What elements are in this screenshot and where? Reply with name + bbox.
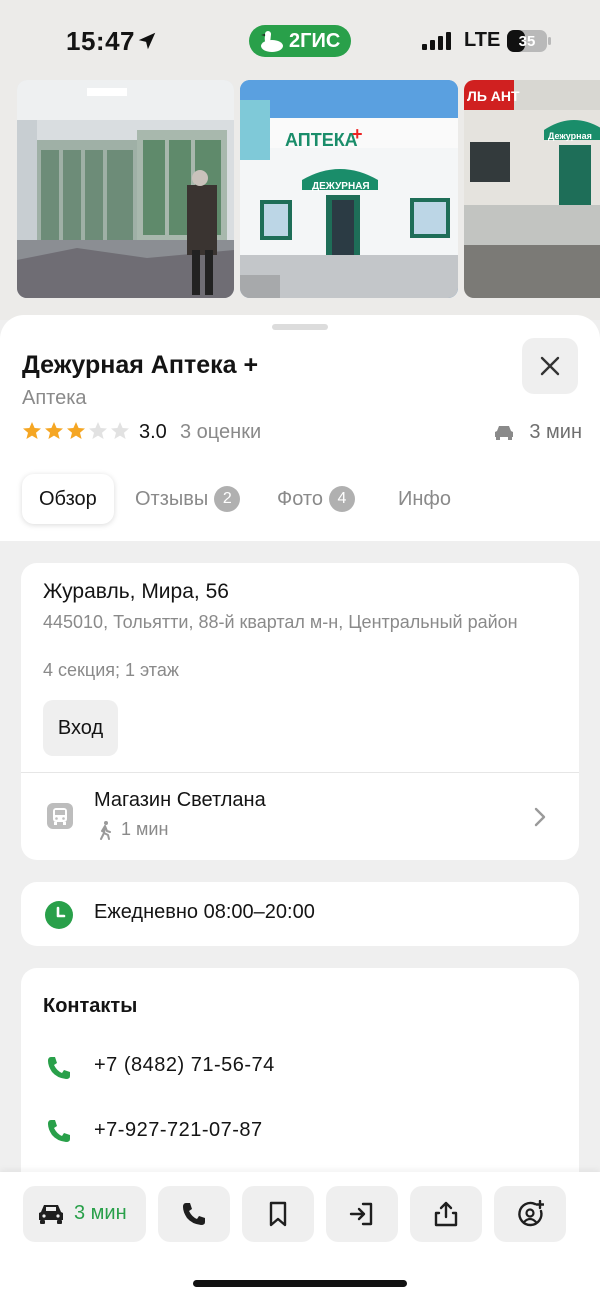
photo-sign-3: Дежурная	[548, 131, 592, 141]
phone-icon	[183, 1203, 205, 1225]
bookmark-button[interactable]	[242, 1186, 314, 1242]
entrance-button[interactable]: Вход	[43, 700, 118, 756]
rating-count: 3 оценки	[180, 421, 262, 443]
svg-text:+: +	[352, 124, 363, 144]
tab-label: Фото	[277, 488, 323, 510]
tab-label: Отзывы	[135, 488, 209, 510]
route-time: 3 мин	[74, 1202, 127, 1224]
bottom-toolbar: 3 мин	[0, 1172, 600, 1300]
location-arrow-icon	[138, 32, 156, 50]
phone-number[interactable]: +7 (8482) 71-56-74	[94, 1054, 275, 1077]
tab-badge: 4	[328, 486, 355, 512]
share-icon	[434, 1201, 458, 1227]
call-button[interactable]	[158, 1186, 230, 1242]
photo-sign-4: ЛЬ АНТ	[467, 88, 520, 104]
photo-sign-apteka: АПТЕКА	[285, 130, 358, 150]
address-card: Журавль, Мира, 56 445010, Тольятти, 88-й…	[21, 563, 579, 860]
contacts-title: Контакты	[43, 995, 138, 1017]
car-icon	[495, 426, 513, 440]
share-button[interactable]	[410, 1186, 482, 1242]
car-icon	[39, 1205, 63, 1224]
status-time: 15:47	[66, 26, 135, 56]
battery-icon: 35	[507, 30, 551, 52]
transit-stop-name[interactable]: Магазин Светлана	[94, 789, 266, 812]
tab-label: Обзор	[39, 488, 97, 510]
rating-value: 3.0	[139, 421, 167, 443]
place-category: Аптека	[22, 387, 87, 409]
phone-icon	[48, 1057, 70, 1079]
divider	[21, 772, 579, 773]
phone-icon	[48, 1120, 70, 1142]
sheet-grabber[interactable]	[272, 324, 328, 330]
tab-photos[interactable]: Фото 4	[277, 474, 355, 524]
place-sheet: Дежурная Аптека + Аптека 3.0 3 оценки 3 …	[0, 315, 600, 541]
status-bar: 15:47 2ГИС LTE 35	[0, 0, 600, 80]
signal-icon	[422, 32, 451, 50]
goose-icon	[261, 31, 283, 52]
network-label: LTE	[464, 29, 501, 51]
star-empty-icon	[111, 422, 129, 439]
tab-overview[interactable]: Обзор	[22, 474, 114, 524]
add-contact-icon	[518, 1200, 544, 1227]
walk-icon	[100, 821, 111, 840]
tab-reviews[interactable]: Отзывы 2	[135, 474, 241, 524]
star-icon	[67, 422, 85, 439]
photo-entrance[interactable]: ЛЬ АНТ Дежурная	[464, 80, 600, 298]
address-sub: 445010, Тольятти, 88-й квартал м-н, Цент…	[43, 612, 518, 632]
star-empty-icon	[89, 422, 107, 439]
chevron-right-icon[interactable]	[533, 806, 547, 828]
enter-icon	[349, 1202, 373, 1226]
battery-level: 35	[519, 33, 536, 50]
rating-row[interactable]: 3.0 3 оценки 3 мин	[22, 420, 582, 446]
rating-stars	[22, 421, 132, 443]
app-name: 2ГИС	[289, 30, 341, 52]
address-floor: 4 секция; 1 этаж	[43, 660, 179, 680]
star-icon	[45, 422, 63, 439]
photo-sign-duty: ДЕЖУРНАЯ	[312, 181, 370, 192]
eta-time: 3 мин	[529, 421, 582, 443]
close-button[interactable]	[522, 338, 578, 394]
tab-info[interactable]: Инфо	[398, 474, 451, 524]
enter-button[interactable]	[326, 1186, 398, 1242]
tab-label: Инфо	[398, 488, 451, 510]
photo-gallery[interactable]: АПТЕКА + ДЕЖУРНАЯ ЛЬ АНТ Дежурная	[0, 80, 600, 320]
star-icon	[23, 422, 41, 439]
clock-icon	[45, 901, 73, 929]
tab-badge: 2	[214, 486, 241, 512]
route-button[interactable]: 3 мин	[23, 1186, 146, 1242]
close-icon	[540, 356, 560, 376]
home-indicator[interactable]	[193, 1280, 407, 1287]
photo-interior[interactable]	[17, 80, 234, 298]
app-back-pill[interactable]: 2ГИС	[249, 25, 351, 57]
tab-bar: Обзор Отзывы 2 Фото 4 Инфо	[22, 474, 582, 526]
photo-exterior[interactable]: АПТЕКА + ДЕЖУРНАЯ	[240, 80, 458, 298]
bookmark-icon	[269, 1201, 287, 1227]
walk-time: 1 мин	[121, 819, 169, 839]
bus-stop-icon	[47, 803, 73, 829]
phone-number[interactable]: +7-927-721-07-87	[94, 1119, 263, 1142]
add-contact-button[interactable]	[494, 1186, 566, 1242]
address-main: Журавль, Мира, 56	[43, 580, 229, 603]
place-title: Дежурная Аптека +	[22, 351, 259, 379]
hours-text: Ежедневно 08:00–20:00	[94, 901, 315, 923]
hours-card[interactable]: Ежедневно 08:00–20:00	[21, 882, 579, 946]
